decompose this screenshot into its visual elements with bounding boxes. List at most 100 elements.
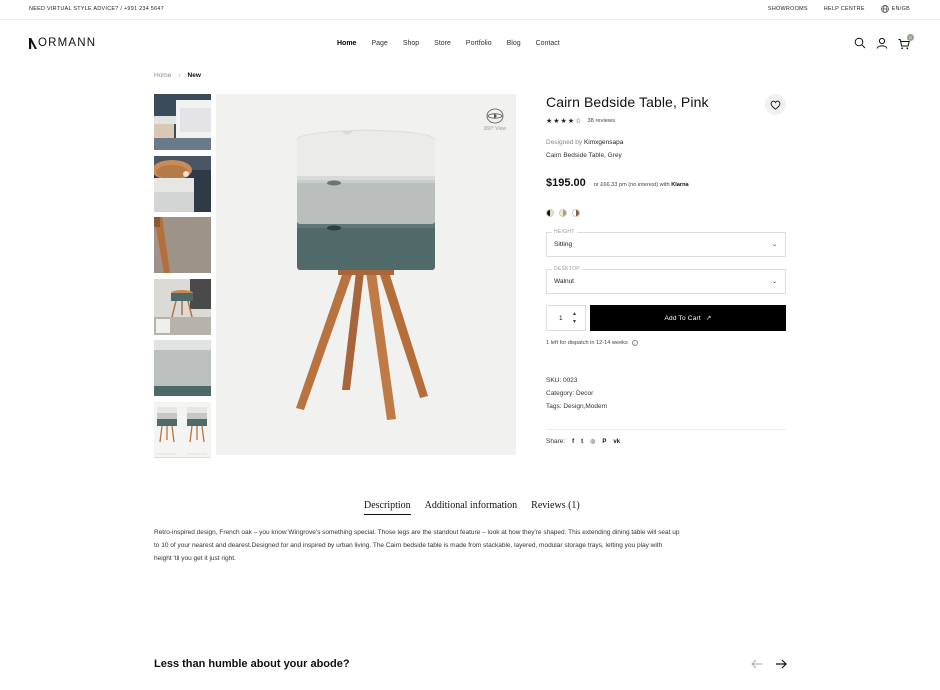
main-nav: Home Page Shop Store Portfolio Blog Cont… (337, 40, 575, 47)
thumbnail-gallery (154, 94, 211, 463)
thumbnail-5[interactable] (154, 340, 211, 396)
thumbnail-3[interactable] (154, 217, 211, 273)
arrow-left-icon[interactable] (751, 659, 763, 669)
thumbnail-6[interactable] (154, 401, 211, 458)
tab-additional-information[interactable]: Additional information (425, 500, 518, 515)
account-icon[interactable] (876, 37, 888, 49)
arrow-up-right-icon: ↗ (705, 315, 712, 322)
color-swatches (546, 209, 786, 217)
thumb-room-image (154, 278, 211, 335)
klarna-text: or £66.33 pm (no interest) with (593, 182, 670, 188)
nav-contact[interactable]: Contact (536, 40, 560, 47)
description-line-1: Retro-inspired design, French oak – you … (154, 529, 680, 536)
add-to-cart-button[interactable]: Add To Cart ↗ (590, 305, 786, 331)
pinterest-icon[interactable]: P (602, 439, 606, 445)
add-to-cart-label: Add To Cart (664, 314, 701, 322)
review-count[interactable]: 38 reviews (587, 118, 615, 124)
description-line-2: to 10 of your nearest and dearest.Design… (154, 542, 663, 549)
main-product-image[interactable]: 360° View (216, 94, 516, 455)
view-360-label: 360° View (483, 126, 506, 132)
nav-portfolio[interactable]: Portfolio (466, 40, 492, 47)
wishlist-button[interactable] (765, 94, 786, 115)
quantity-value: 1 (559, 315, 563, 322)
logo-text: ORMANN (38, 37, 97, 49)
height-select[interactable]: HEIGHT Sitting ⌄ (546, 229, 786, 257)
logo-mark-icon (29, 37, 37, 49)
showrooms-link[interactable]: SHOWROOMS (768, 6, 808, 12)
heart-icon (770, 100, 781, 110)
carousel-arrows (751, 659, 787, 669)
price-row: $195.00 or £66.33 pm (no interest) with … (546, 177, 786, 189)
thumb-table-top-image (154, 155, 211, 212)
tab-description[interactable]: Description (364, 500, 411, 515)
facebook-icon[interactable]: f (572, 439, 574, 445)
nav-shop[interactable]: Shop (403, 40, 419, 47)
quantity-increase-icon[interactable]: ▲ (572, 311, 577, 317)
globe-icon (880, 5, 889, 13)
twitter-icon[interactable]: t (581, 439, 583, 445)
designer-name[interactable]: Kimxgensapa (584, 139, 623, 146)
product-title: Cairn Bedside Table, Pink (546, 94, 709, 110)
designed-by-label: Designed by (546, 139, 583, 146)
chevron-down-icon: ⌄ (771, 242, 777, 248)
desktop-select[interactable]: DESKTOP Walnut ⌄ (546, 266, 786, 294)
thumb-pair-image (154, 401, 211, 457)
height-label: HEIGHT (552, 229, 577, 235)
thumbnail-4[interactable] (154, 278, 211, 335)
height-value: Sitting (554, 241, 573, 248)
breadcrumb: Home › New (154, 72, 201, 79)
top-bar-links: SHOWROOMS HELP CENTRE EN/GB (752, 5, 910, 13)
quantity-stepper[interactable]: 1 ▲ ▼ (546, 305, 586, 331)
product-info: Cairn Bedside Table, Pink ★★★★☆ 38 revie… (546, 94, 786, 445)
breadcrumb-home[interactable]: Home (154, 72, 171, 79)
nav-blog[interactable]: Blog (507, 40, 521, 47)
sku: SKU: 0023 (546, 377, 578, 384)
designer-line: Designed by Kimxgensapa (546, 139, 786, 146)
swatch-1[interactable] (546, 209, 554, 217)
bedside-table-image (296, 129, 436, 420)
nav-store[interactable]: Store (434, 40, 451, 47)
breadcrumb-separator-icon: › (178, 72, 181, 79)
share-label: Share: (546, 438, 566, 445)
cart-count-badge: 0 (907, 34, 914, 41)
category: Category: Decor (546, 390, 594, 397)
divider (546, 429, 786, 430)
tags: Tags: Design,Modern (546, 403, 608, 410)
language-selector[interactable]: EN/GB (880, 5, 910, 13)
tab-reviews[interactable]: Reviews (1) (531, 500, 580, 515)
language-label: EN/GB (891, 6, 910, 12)
top-bar: NEED VIRTUAL STYLE ADVICE? / +991 234 56… (0, 0, 940, 20)
rotate-360-icon (486, 108, 504, 124)
desktop-label: DESKTOP (552, 266, 582, 272)
style-advice-text: NEED VIRTUAL STYLE ADVICE? / +991 234 56… (29, 6, 165, 12)
help-centre-link[interactable]: HELP CENTRE (824, 6, 865, 12)
vk-icon[interactable]: vk (613, 439, 620, 445)
nav-page[interactable]: Page (371, 40, 387, 47)
view-360-control[interactable]: 360° View (484, 108, 506, 132)
description-line-3: height 'til you get it just right. (154, 555, 236, 562)
swatch-2[interactable] (559, 209, 567, 217)
thumbnail-2[interactable] (154, 155, 211, 212)
thumb-bedside-bed-image (154, 94, 211, 150)
info-icon[interactable]: i (631, 340, 638, 346)
swatch-3[interactable] (572, 209, 580, 217)
cart-button[interactable]: 0 (898, 34, 914, 50)
dispatch-note: 1 left for dispatch in 12-14 weeks i (546, 340, 786, 346)
arrow-right-icon[interactable] (775, 659, 787, 669)
instagram-icon[interactable]: ◎ (590, 438, 595, 445)
swatch-3-right (576, 210, 579, 216)
site-logo[interactable]: ORMANN (29, 37, 96, 49)
chevron-down-icon: ⌄ (771, 279, 777, 285)
product-price: $195.00 (546, 177, 586, 189)
product-meta: SKU: 0023 Category: Decor Tags: Design,M… (546, 374, 786, 413)
section-heading: Less than humble about your abode? (154, 658, 350, 670)
dispatch-text: 1 left for dispatch in 12-14 weeks (546, 340, 628, 346)
add-to-cart-row: 1 ▲ ▼ Add To Cart ↗ (546, 305, 786, 331)
quantity-decrease-icon[interactable]: ▼ (572, 319, 577, 325)
swatch-1-right (550, 210, 553, 216)
swatch-2-right (563, 210, 566, 216)
search-icon[interactable] (854, 37, 866, 49)
klarna-brand: Klarna (671, 182, 689, 188)
nav-home[interactable]: Home (337, 40, 356, 47)
thumbnail-1[interactable] (154, 94, 211, 150)
